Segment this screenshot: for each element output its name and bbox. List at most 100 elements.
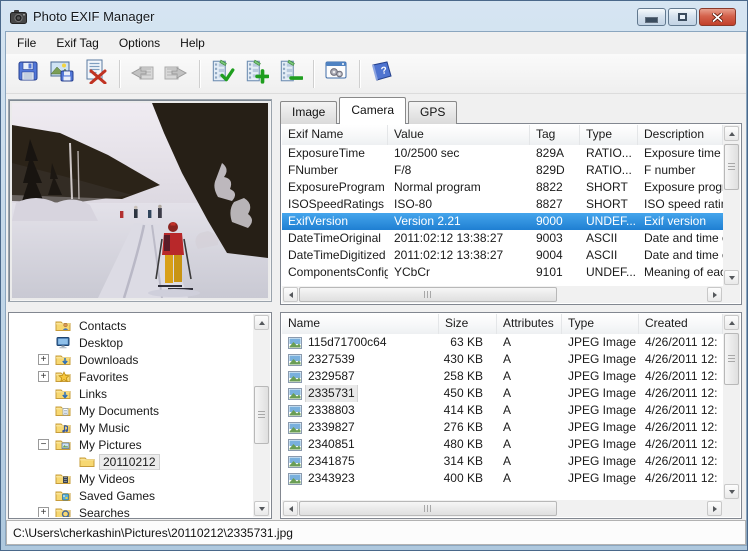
file-row-2339827[interactable]: 2339827276 KBAJPEG Image4/26/2011 12:	[282, 419, 723, 436]
tree-item-20110212[interactable]: 20110212	[10, 453, 253, 470]
column-header[interactable]: Type	[562, 314, 639, 334]
exif-row-exposureprogram[interactable]: ExposureProgramNormal program8822SHORTEx…	[282, 179, 723, 196]
file-row-2335731[interactable]: 2335731450 KBAJPEG Image4/26/2011 12:	[282, 385, 723, 402]
cell: JPEG Image	[562, 436, 639, 453]
scroll-right-button[interactable]	[707, 287, 722, 302]
column-header[interactable]: Attributes	[497, 314, 562, 334]
menu-item-options[interactable]: Options	[110, 33, 169, 53]
scroll-down-button[interactable]	[254, 501, 269, 516]
menu-item-exif-tag[interactable]: Exif Tag	[47, 33, 107, 53]
scroll-thumb[interactable]	[724, 144, 739, 190]
scroll-thumb[interactable]	[254, 386, 269, 444]
cell: JPEG Image	[562, 402, 639, 419]
tree-item-desktop[interactable]: Desktop	[10, 334, 253, 351]
exif-row-datetimeoriginal[interactable]: DateTimeOriginal2011:02:12 13:38:279003A…	[282, 230, 723, 247]
file-row-2329587[interactable]: 2329587258 KBAJPEG Image4/26/2011 12:	[282, 368, 723, 385]
column-header[interactable]: Size	[439, 314, 497, 334]
tree-item-label: Favorites	[76, 370, 131, 384]
cell: JPEG Image	[562, 470, 639, 487]
add-tag-button[interactable]	[240, 58, 272, 90]
scroll-down-button[interactable]	[724, 270, 739, 285]
cell: A	[497, 402, 562, 419]
cell: 63 KB	[439, 334, 497, 351]
file-row-2327539[interactable]: 2327539430 KBAJPEG Image4/26/2011 12:	[282, 351, 723, 368]
file-name-cell: 2339827	[282, 419, 439, 436]
column-header[interactable]: Tag	[530, 125, 580, 145]
cell: 4/26/2011 12:	[639, 436, 723, 453]
file-name-cell: 2340851	[282, 436, 439, 453]
remove-tag-button[interactable]	[274, 58, 306, 90]
help-button[interactable]: ?	[366, 58, 398, 90]
column-header[interactable]: Created	[639, 314, 723, 334]
tree-vertical-scrollbar[interactable]	[253, 314, 270, 517]
scroll-thumb[interactable]	[299, 287, 557, 302]
scroll-thumb[interactable]	[724, 333, 739, 385]
file-row-2340851[interactable]: 2340851480 KBAJPEG Image4/26/2011 12:	[282, 436, 723, 453]
scroll-up-button[interactable]	[724, 315, 739, 330]
scroll-down-button[interactable]	[724, 484, 739, 499]
tree-item-favorites[interactable]: + Favorites	[10, 368, 253, 385]
menu-item-help[interactable]: Help	[171, 33, 214, 53]
exif-row-componentsconfig[interactable]: ComponentsConfig...YCbCr9101UNDEF...Mean…	[282, 264, 723, 281]
files-vertical-scrollbar[interactable]	[723, 314, 740, 500]
expand-toggle[interactable]: +	[38, 371, 49, 382]
cell: 4/26/2011 12:	[639, 385, 723, 402]
save-button[interactable]	[12, 58, 44, 90]
exif-vertical-scrollbar[interactable]	[723, 125, 740, 286]
file-row-2343923[interactable]: 2343923400 KBAJPEG Image4/26/2011 12:	[282, 470, 723, 487]
exif-row-isospeedratings[interactable]: ISOSpeedRatingsISO-808827SHORTISO speed …	[282, 196, 723, 213]
options-icon	[323, 59, 349, 88]
file-name: 2327539	[306, 351, 357, 368]
save-image-button[interactable]	[46, 58, 78, 90]
tree-item-downloads[interactable]: +Downloads	[10, 351, 253, 368]
tree-item-my-pictures[interactable]: −My Pictures	[10, 436, 253, 453]
file-row-115d71700c64[interactable]: 115d71700c6463 KBAJPEG Image4/26/2011 12…	[282, 334, 723, 351]
tab-image[interactable]: Image	[280, 101, 337, 124]
scroll-left-button[interactable]	[283, 287, 298, 302]
tree-item-contacts[interactable]: Contacts	[10, 317, 253, 334]
tree-item-my-videos[interactable]: My Videos	[10, 470, 253, 487]
exif-table-panel: Exif Name Value Tag Type Description Exp…	[280, 123, 742, 305]
expand-toggle[interactable]: +	[38, 354, 49, 365]
column-header[interactable]: Description	[638, 125, 723, 145]
maximize-button[interactable]	[668, 8, 697, 26]
exif-row-exposuretime[interactable]: ExposureTime10/2500 sec829ARATIO...Expos…	[282, 145, 723, 162]
cell: Exif version	[638, 213, 723, 230]
tab-camera[interactable]: Camera	[339, 97, 406, 124]
exif-horizontal-scrollbar[interactable]	[282, 286, 723, 303]
file-name: 2335731	[306, 385, 357, 402]
tab-gps[interactable]: GPS	[408, 101, 457, 124]
tree-item-searches[interactable]: +Searches	[10, 504, 253, 517]
scroll-up-button[interactable]	[254, 315, 269, 330]
column-header[interactable]: Name	[282, 314, 439, 334]
menu-item-file[interactable]: File	[8, 33, 45, 53]
file-row-2341875[interactable]: 2341875314 KBAJPEG Image4/26/2011 12:	[282, 453, 723, 470]
exif-row-datetimedigitized[interactable]: DateTimeDigitized2011:02:12 13:38:279004…	[282, 247, 723, 264]
tree-item-saved-games[interactable]: Saved Games	[10, 487, 253, 504]
column-header[interactable]: Type	[580, 125, 638, 145]
photo-preview	[8, 99, 272, 302]
scroll-thumb[interactable]	[299, 501, 557, 516]
exif-row-exifversion[interactable]: ExifVersionVersion 2.219000UNDEF...Exif …	[282, 213, 723, 230]
current-file-path: C:\Users\cherkashin\Pictures\20110212\23…	[7, 526, 293, 540]
tree-item-my-music[interactable]: My Music	[10, 419, 253, 436]
options-button[interactable]	[320, 58, 352, 90]
exif-row-fnumber[interactable]: FNumberF/8829DRATIO...F number	[282, 162, 723, 179]
column-header[interactable]: Value	[388, 125, 530, 145]
expand-toggle[interactable]: +	[38, 507, 49, 517]
minimize-button[interactable]	[637, 8, 666, 26]
collapse-toggle[interactable]: −	[38, 439, 49, 450]
delete-exif-button[interactable]	[80, 58, 112, 90]
column-header[interactable]: Exif Name	[282, 125, 388, 145]
scroll-left-button[interactable]	[283, 501, 298, 516]
file-row-2338803[interactable]: 2338803414 KBAJPEG Image4/26/2011 12:	[282, 402, 723, 419]
cell: 414 KB	[439, 402, 497, 419]
files-horizontal-scrollbar[interactable]	[282, 500, 723, 517]
tree-item-links[interactable]: Links	[10, 385, 253, 402]
tree-item-my-documents[interactable]: My Documents	[10, 402, 253, 419]
cell: ExifVersion	[282, 213, 388, 230]
scroll-right-button[interactable]	[707, 501, 722, 516]
close-button[interactable]	[699, 8, 736, 26]
scroll-up-button[interactable]	[724, 126, 739, 141]
edit-tag-button[interactable]	[206, 58, 238, 90]
